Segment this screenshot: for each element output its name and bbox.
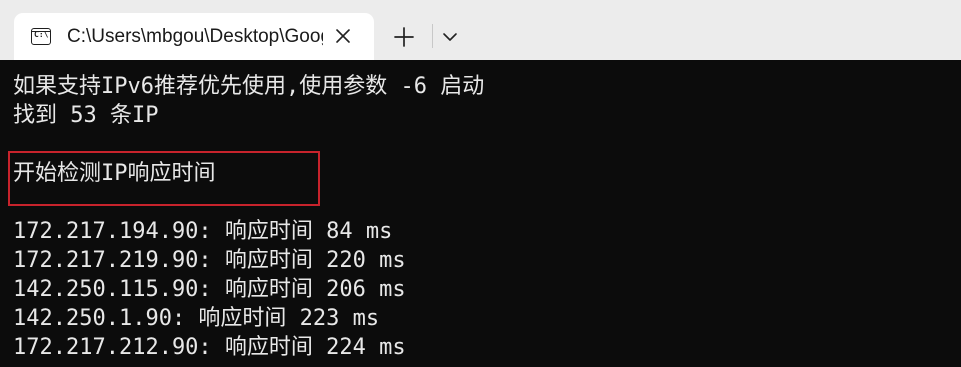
terminal-line: 找到 53 条IP [13, 103, 159, 128]
plus-icon[interactable] [389, 22, 419, 52]
close-icon[interactable] [332, 25, 354, 47]
terminal-line: 172.217.212.90: 响应时间 224 ms [13, 335, 406, 360]
terminal-line: 172.217.194.90: 响应时间 84 ms [13, 219, 393, 244]
tab-bar: C:\ C:\Users\mbgou\Desktop\GoogleTransla… [0, 0, 961, 60]
tab-active[interactable]: C:\ C:\Users\mbgou\Desktop\GoogleTransla… [14, 13, 374, 60]
highlight-box [8, 151, 320, 206]
terminal-line: 如果支持IPv6推荐优先使用,使用参数 -6 启动 [13, 74, 485, 99]
tab-divider [432, 24, 433, 48]
chevron-down-icon[interactable] [437, 24, 463, 50]
terminal-line: 142.250.1.90: 响应时间 223 ms [13, 306, 380, 331]
terminal-icon: C:\ [31, 28, 51, 45]
terminal-line: 172.217.219.90: 响应时间 220 ms [13, 248, 406, 273]
terminal-line: 142.250.115.90: 响应时间 206 ms [13, 277, 406, 302]
terminal-output[interactable]: 如果支持IPv6推荐优先使用,使用参数 -6 启动 找到 53 条IP 开始检测… [0, 60, 961, 367]
tab-title: C:\Users\mbgou\Desktop\GoogleTranslateIp… [67, 26, 323, 47]
terminal-window: C:\ C:\Users\mbgou\Desktop\GoogleTransla… [0, 0, 961, 367]
